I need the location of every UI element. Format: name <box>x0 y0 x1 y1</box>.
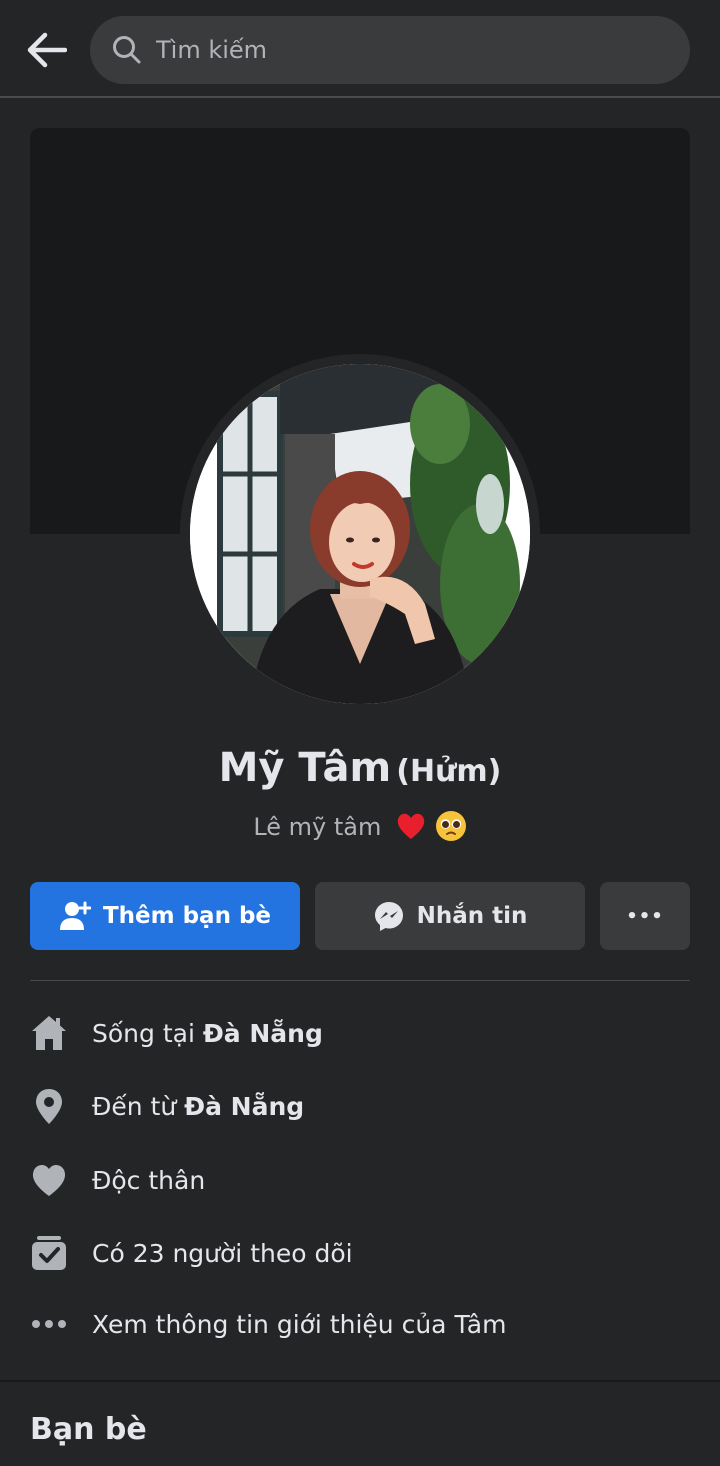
from-prefix: Đến từ <box>92 1091 185 1121</box>
more-options-button[interactable]: ••• <box>600 882 690 950</box>
see-about-text: Xem thông tin giới thiệu của Tâm <box>92 1309 507 1339</box>
profile-picture[interactable] <box>190 364 530 704</box>
heart-icon <box>32 1164 66 1196</box>
message-label: Nhắn tin <box>416 903 528 929</box>
lives-prefix: Sống tại <box>92 1018 203 1048</box>
profile-bio: Lê mỹ tâm <box>0 810 720 842</box>
search-input[interactable] <box>156 36 636 64</box>
messenger-icon <box>374 902 403 931</box>
intro-from: Đến từ Đà Nẵng <box>30 1082 690 1130</box>
add-friend-icon <box>59 901 91 930</box>
bio-text: Lê mỹ tâm <box>253 813 382 841</box>
back-arrow-icon <box>27 32 67 68</box>
search-bar[interactable] <box>90 16 690 84</box>
pleading-face-icon <box>435 811 466 841</box>
relationship-text: Độc thân <box>92 1165 206 1195</box>
section-separator <box>0 1380 720 1382</box>
from-city[interactable]: Đà Nẵng <box>184 1092 304 1121</box>
intro-see-about[interactable]: Xem thông tin giới thiệu của Tâm <box>30 1300 690 1348</box>
profile-nickname: (Hửm) <box>396 754 502 789</box>
search-icon <box>113 36 141 64</box>
add-friend-button[interactable]: Thêm bạn bè <box>30 882 300 950</box>
intro-relationship: Độc thân <box>30 1156 690 1204</box>
red-heart-icon <box>397 813 425 839</box>
add-friend-label: Thêm bạn bè <box>102 903 272 929</box>
more-icon: ••• <box>626 905 664 927</box>
followers-text: Có 23 người theo dõi <box>92 1238 353 1268</box>
home-icon <box>32 1016 66 1050</box>
message-button[interactable]: Nhắn tin <box>315 882 585 950</box>
followers-icon <box>32 1236 66 1270</box>
divider <box>30 980 690 981</box>
back-button[interactable] <box>18 24 74 76</box>
lives-city[interactable]: Đà Nẵng <box>203 1019 323 1048</box>
profile-name: Mỹ Tâm <box>218 745 392 791</box>
location-pin-icon <box>36 1089 62 1124</box>
intro-lives-in: Sống tại Đà Nẵng <box>30 1009 690 1057</box>
ellipsis-icon <box>32 1320 66 1328</box>
profile-name-row: Mỹ Tâm (Hửm) <box>0 745 720 791</box>
friends-section-title: Bạn bè <box>30 1412 147 1447</box>
intro-followers[interactable]: Có 23 người theo dõi <box>30 1229 690 1277</box>
top-bar <box>0 0 720 98</box>
